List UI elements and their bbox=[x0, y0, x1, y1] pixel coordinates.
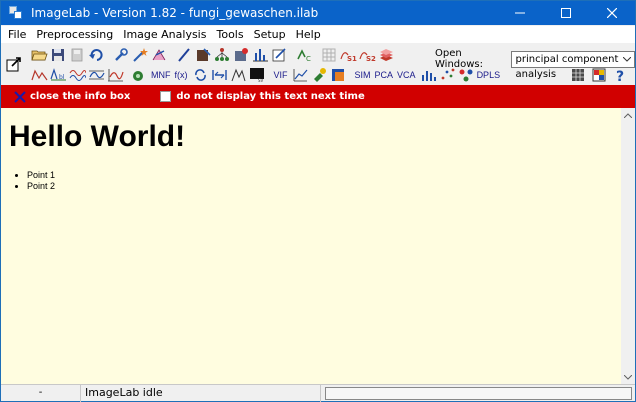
close-window-button[interactable] bbox=[589, 1, 635, 25]
baseline-icon[interactable]: bl bbox=[50, 67, 67, 83]
scroll-down-icon[interactable] bbox=[621, 370, 635, 384]
overlay-icon[interactable] bbox=[330, 67, 347, 83]
open-windows-label: Open Windows: bbox=[435, 48, 484, 70]
cluster-tree-icon[interactable] bbox=[214, 47, 231, 63]
info-content: Hello World! Point 1 Point 2 bbox=[1, 108, 621, 384]
select-region-icon[interactable] bbox=[151, 47, 168, 63]
derivative-icon[interactable] bbox=[107, 67, 124, 83]
maximize-icon bbox=[561, 8, 571, 18]
toolbar: C S1 S2 bl MNF f(x) SV VIF SIM PCA VCA D… bbox=[1, 43, 635, 85]
menu-bar: File Preprocessing Image Analysis Tools … bbox=[1, 26, 635, 43]
menu-file[interactable]: File bbox=[3, 26, 31, 43]
close-info-link[interactable]: close the info box bbox=[30, 91, 130, 102]
open-folder-icon[interactable] bbox=[31, 47, 48, 63]
draw-line-icon[interactable] bbox=[176, 47, 193, 63]
vif-label[interactable]: VIF bbox=[274, 70, 288, 80]
content-heading: Hello World! bbox=[9, 120, 186, 153]
menu-preprocessing[interactable]: Preprocessing bbox=[31, 26, 118, 43]
window-title: ImageLab - Version 1.82 - fungi_gewasche… bbox=[31, 6, 319, 20]
status-message: ImageLab idle bbox=[81, 384, 321, 402]
menu-setup[interactable]: Setup bbox=[249, 26, 291, 43]
mnf-label[interactable]: MNF bbox=[151, 70, 171, 80]
application-window: ImageLab - Version 1.82 - fungi_gewasche… bbox=[0, 0, 636, 402]
menu-image-analysis[interactable]: Image Analysis bbox=[118, 26, 211, 43]
line-chart-icon[interactable] bbox=[292, 67, 309, 83]
status-cell-1: - bbox=[1, 384, 81, 402]
help-icon[interactable]: ? bbox=[612, 67, 629, 83]
list-item: Point 1 bbox=[27, 170, 613, 181]
minimize-icon bbox=[515, 12, 525, 14]
progress-bar bbox=[325, 386, 632, 400]
align-icon[interactable] bbox=[211, 67, 228, 83]
chevron-down-icon bbox=[620, 52, 634, 67]
close-info-icon[interactable] bbox=[14, 90, 26, 103]
s2-icon[interactable]: S2 bbox=[359, 47, 376, 63]
vca-label[interactable]: VCA bbox=[397, 70, 416, 80]
refresh-icon[interactable] bbox=[192, 67, 209, 83]
do-not-display-checkbox[interactable] bbox=[160, 91, 172, 102]
disk-disabled-icon[interactable] bbox=[69, 47, 86, 63]
svg-text:S1: S1 bbox=[347, 55, 357, 63]
wrench-icon[interactable] bbox=[113, 47, 130, 63]
histogram-icon[interactable] bbox=[252, 47, 269, 63]
layers-icon[interactable] bbox=[378, 47, 395, 63]
status-bar: - ImageLab idle bbox=[1, 384, 635, 402]
menu-help[interactable]: Help bbox=[291, 26, 326, 43]
normalize-icon[interactable] bbox=[88, 67, 105, 83]
export-icon[interactable] bbox=[6, 55, 24, 73]
sv-image-icon[interactable]: SV bbox=[249, 67, 266, 83]
info-bar: close the info box do not display this t… bbox=[1, 85, 635, 108]
svg-text:S2: S2 bbox=[366, 55, 376, 63]
points-list: Point 1 Point 2 bbox=[27, 170, 613, 192]
peak-split-icon[interactable] bbox=[230, 67, 247, 83]
edit-document-icon[interactable] bbox=[271, 47, 288, 63]
svg-text:bl: bl bbox=[59, 74, 65, 81]
app-icon bbox=[9, 6, 23, 20]
fx-label[interactable]: f(x) bbox=[175, 70, 188, 80]
spectrum-icon[interactable] bbox=[31, 67, 48, 83]
tile-windows-icon[interactable] bbox=[570, 67, 587, 83]
wave-spectra-icon[interactable] bbox=[69, 67, 86, 83]
dpls-label[interactable]: DPLS bbox=[477, 70, 501, 80]
image-mask-icon[interactable] bbox=[233, 47, 250, 63]
svg-text:C: C bbox=[306, 55, 311, 63]
magic-wand-icon[interactable] bbox=[132, 47, 149, 63]
image-edit-icon[interactable] bbox=[195, 47, 212, 63]
svg-text:SV: SV bbox=[258, 78, 264, 83]
close-icon bbox=[607, 8, 617, 18]
do-not-display-label: do not display this text next time bbox=[176, 91, 365, 102]
sim-label[interactable]: SIM bbox=[355, 70, 371, 80]
cluster-c-icon[interactable]: C bbox=[296, 47, 313, 63]
toolbar-right-icons: ? bbox=[566, 67, 629, 83]
open-windows-select[interactable]: principal component analysis bbox=[510, 50, 635, 80]
vertical-scrollbar[interactable] bbox=[621, 108, 635, 384]
paint-icon[interactable] bbox=[311, 67, 328, 83]
color-palette-icon[interactable] bbox=[591, 67, 608, 83]
svg-text:?: ? bbox=[616, 69, 624, 83]
list-item: Point 2 bbox=[27, 181, 613, 192]
bars-icon[interactable] bbox=[420, 67, 437, 83]
title-bar[interactable]: ImageLab - Version 1.82 - fungi_gewasche… bbox=[1, 1, 635, 25]
s1-icon[interactable]: S1 bbox=[340, 47, 357, 63]
menu-tools[interactable]: Tools bbox=[211, 26, 248, 43]
window-controls bbox=[497, 1, 635, 25]
undo-icon[interactable] bbox=[88, 47, 105, 63]
toolbar-row-2: bl MNF f(x) SV VIF SIM PCA VCA DPLS bbox=[31, 66, 504, 84]
save-icon[interactable] bbox=[50, 47, 67, 63]
toolbar-row-1: C S1 S2 bbox=[31, 46, 397, 64]
grid-icon[interactable] bbox=[321, 47, 338, 63]
mnf-icon[interactable] bbox=[132, 67, 149, 83]
maximize-button[interactable] bbox=[543, 1, 589, 25]
pca-label[interactable]: PCA bbox=[375, 70, 394, 80]
scroll-up-icon[interactable] bbox=[621, 108, 635, 122]
minimize-button[interactable] bbox=[497, 1, 543, 25]
